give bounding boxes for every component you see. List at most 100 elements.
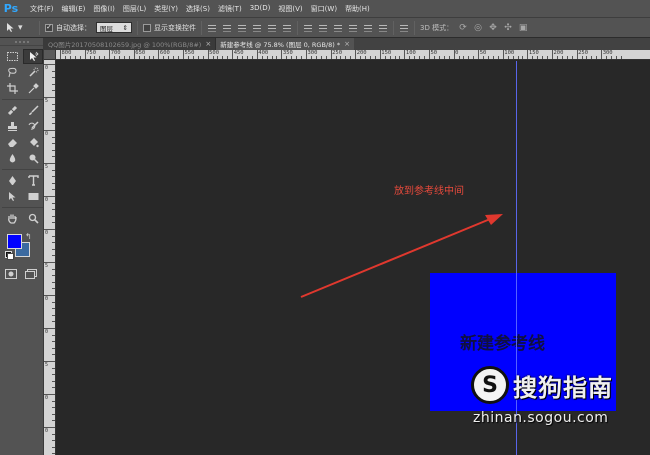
- align-right-icon[interactable]: [282, 23, 292, 33]
- auto-align-icon[interactable]: [399, 23, 409, 33]
- ruler-minor-tick: [433, 56, 435, 59]
- auto-select-target-dropdown[interactable]: 图层 ⇕: [96, 22, 132, 33]
- distribute-hcenter-icon[interactable]: [363, 23, 373, 33]
- tool-preset-picker[interactable]: ▾: [6, 21, 34, 35]
- type-tool-icon[interactable]: [23, 173, 43, 188]
- ruler-minor-tick: [52, 176, 55, 178]
- ruler-minor-tick: [237, 56, 239, 59]
- ruler-minor-tick: [212, 56, 214, 59]
- lasso-tool-icon[interactable]: [2, 65, 22, 80]
- separator: [137, 20, 138, 35]
- ruler-minor-tick: [52, 70, 55, 72]
- ruler-minor-tick: [178, 56, 180, 59]
- menu-filter[interactable]: 滤镜(T): [214, 4, 246, 14]
- show-transform-option[interactable]: 显示变换控件: [143, 21, 196, 35]
- 3d-rotate-icon[interactable]: ⟳: [458, 23, 468, 33]
- vertical-ruler[interactable]: 0 5 0 5 0 0 5 0 0 5 0 0: [44, 60, 56, 455]
- menu-window[interactable]: 窗口(W): [307, 4, 341, 14]
- healing-brush-tool-icon[interactable]: [2, 103, 22, 118]
- screen-mode-icon[interactable]: [24, 268, 38, 279]
- menu-3d[interactable]: 3D(D): [246, 4, 275, 14]
- history-brush-tool-icon[interactable]: [23, 119, 43, 134]
- move-tool-icon[interactable]: [23, 49, 43, 64]
- auto-select-checkbox[interactable]: ✓: [45, 23, 53, 32]
- ruler-minor-tick: [227, 56, 229, 59]
- separator: [297, 20, 298, 35]
- ruler-minor-tick: [52, 189, 55, 191]
- clone-stamp-tool-icon[interactable]: [2, 119, 22, 134]
- tab-label: QQ图片20170508102659.jpg @ 100%(RGB/8#): [48, 41, 202, 49]
- distribute-vcenter-icon[interactable]: [318, 23, 328, 33]
- ruler-tick-label: 0: [45, 197, 49, 203]
- toolbar-grip[interactable]: [0, 38, 43, 46]
- photoshop-logo[interactable]: Ps: [0, 0, 22, 17]
- distribute-bottom-icon[interactable]: [333, 23, 343, 33]
- menu-select[interactable]: 选择(S): [182, 4, 214, 14]
- marquee-tool-icon[interactable]: [2, 49, 22, 64]
- ruler-tick-label: 5: [45, 98, 49, 104]
- swap-colors-icon[interactable]: ↰: [25, 232, 32, 241]
- ruler-minor-tick: [52, 103, 55, 105]
- hand-tool-icon[interactable]: [2, 211, 22, 226]
- close-icon[interactable]: ×: [205, 40, 211, 48]
- menu-view[interactable]: 视图(V): [274, 4, 306, 14]
- eyedropper-tool-icon[interactable]: [23, 81, 43, 96]
- ruler-minor-tick: [296, 56, 298, 59]
- pen-tool-icon[interactable]: [2, 173, 22, 188]
- zoom-tool-icon[interactable]: [23, 211, 43, 226]
- 3d-pan-icon[interactable]: ✥: [488, 23, 498, 33]
- horizontal-ruler[interactable]: 800 750 700 650 600 550 500 450 400 350 300 250 200 1…: [56, 50, 650, 60]
- align-left-icon[interactable]: [252, 23, 262, 33]
- menu-layer[interactable]: 图层(L): [119, 4, 150, 14]
- tab-new-guide[interactable]: 新建参考线 @ 75.8% (图层 0, RGB/8) * ×: [216, 38, 354, 50]
- quick-mask-icon[interactable]: [4, 268, 18, 279]
- quick-selection-tool-icon[interactable]: [23, 65, 43, 80]
- ruler-minor-tick: [52, 242, 55, 244]
- ruler-minor-tick: [532, 56, 534, 59]
- show-transform-checkbox[interactable]: [143, 23, 151, 32]
- crop-tool-icon[interactable]: [2, 81, 22, 96]
- menu-type[interactable]: 类型(Y): [150, 4, 182, 14]
- ruler-minor-tick: [52, 90, 55, 92]
- rectangle-tool-icon[interactable]: [23, 189, 43, 204]
- ruler-minor-tick: [320, 56, 322, 59]
- menu-help[interactable]: 帮助(H): [341, 4, 374, 14]
- close-icon[interactable]: ×: [344, 40, 350, 48]
- ruler-minor-tick: [399, 56, 401, 59]
- ruler-minor-tick: [310, 56, 312, 59]
- paint-bucket-tool-icon[interactable]: [23, 135, 43, 150]
- menu-edit[interactable]: 编辑(E): [58, 4, 90, 14]
- brush-tool-icon[interactable]: [23, 103, 43, 118]
- ruler-minor-tick: [438, 56, 440, 59]
- ruler-origin[interactable]: [44, 50, 56, 60]
- ruler-minor-tick: [173, 56, 175, 59]
- align-top-icon[interactable]: [207, 23, 217, 33]
- distribute-right-icon[interactable]: [378, 23, 388, 33]
- ruler-minor-tick: [276, 56, 278, 59]
- 3d-slide-icon[interactable]: ✣: [503, 23, 513, 33]
- ruler-minor-tick: [52, 83, 55, 85]
- path-selection-tool-icon[interactable]: [2, 189, 22, 204]
- dodge-tool-icon[interactable]: [23, 151, 43, 166]
- auto-select-label: 自动选择：: [56, 23, 91, 32]
- blur-tool-icon[interactable]: [2, 151, 22, 166]
- tab-qq-image[interactable]: QQ图片20170508102659.jpg @ 100%(RGB/8#) ×: [44, 38, 217, 50]
- foreground-color-swatch[interactable]: [7, 234, 22, 249]
- default-colors-icon[interactable]: [5, 251, 14, 260]
- auto-select-option[interactable]: ✓ 自动选择：: [45, 21, 91, 35]
- distribute-top-icon[interactable]: [303, 23, 313, 33]
- distribute-left-icon[interactable]: [348, 23, 358, 33]
- menu-file[interactable]: 文件(F): [26, 4, 58, 14]
- ruler-minor-tick: [606, 56, 608, 59]
- ruler-minor-tick: [52, 374, 55, 376]
- 3d-roll-icon[interactable]: ◎: [473, 23, 483, 33]
- ruler-minor-tick: [74, 56, 76, 59]
- align-bottom-icon[interactable]: [237, 23, 247, 33]
- align-vcenter-icon[interactable]: [222, 23, 232, 33]
- eraser-tool-icon[interactable]: [2, 135, 22, 150]
- align-hcenter-icon[interactable]: [267, 23, 277, 33]
- ruler-minor-tick: [52, 123, 55, 125]
- 3d-scale-icon[interactable]: ▣: [518, 23, 528, 33]
- menu-image[interactable]: 图像(I): [89, 4, 119, 14]
- menu-bar: Ps 文件(F) 编辑(E) 图像(I) 图层(L) 类型(Y) 选择(S) 滤…: [0, 0, 650, 17]
